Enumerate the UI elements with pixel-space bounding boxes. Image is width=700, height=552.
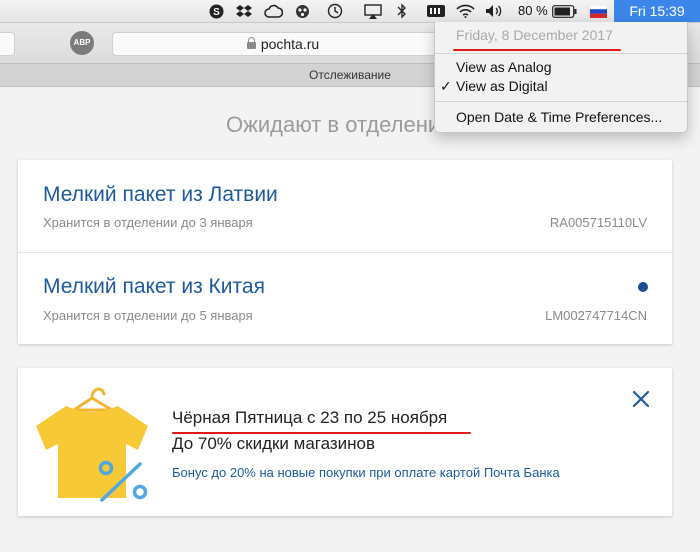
creative-cloud-icon[interactable]	[263, 3, 283, 19]
time-machine-icon[interactable]	[326, 3, 344, 19]
battery-percent: 80 %	[518, 3, 548, 18]
parcels-card: Мелкий пакет из Латвии Хранится в отделе…	[18, 160, 672, 344]
lock-icon	[246, 37, 256, 49]
menu-separator	[435, 53, 687, 54]
promo-headline: Чёрная Пятница с 23 по 25 ноября	[172, 408, 448, 427]
checkmark-icon: ✓	[440, 78, 452, 94]
promo-link[interactable]: Бонус до 20% на новые покупки при оплате…	[172, 465, 560, 480]
list-item[interactable]: Мелкий пакет из Латвии Хранится в отделе…	[18, 160, 672, 252]
promo-banner[interactable]: Чёрная Пятница с 23 по 25 ноября До 70% …	[18, 368, 672, 516]
parcel-title[interactable]: Мелкий пакет из Латвии	[43, 183, 278, 207]
menu-item-view-analog[interactable]: View as Analog	[456, 59, 551, 75]
skype-icon[interactable]: S	[208, 3, 224, 19]
back-button[interactable]	[0, 32, 15, 56]
parcel-status: Хранится в отделении до 5 января	[43, 308, 253, 323]
promo-subheadline: До 70% скидки магазинов	[172, 434, 376, 453]
address-bar[interactable]: pochta.ru	[112, 32, 454, 56]
menu-date: Friday, 8 December 2017	[456, 27, 613, 43]
menu-item-date-time-preferences[interactable]: Open Date & Time Preferences...	[456, 109, 662, 125]
adblock-button[interactable]: ABP	[70, 31, 94, 55]
app-icon[interactable]	[294, 3, 310, 19]
airplay-icon[interactable]	[363, 3, 383, 19]
menu-separator	[435, 101, 687, 102]
bluetooth-icon[interactable]	[396, 3, 408, 19]
menubar: S 80 % Fri 15:39	[0, 0, 700, 23]
annotation-underline	[453, 49, 621, 51]
tracking-number: LM002747714CN	[545, 308, 647, 323]
unread-dot-icon	[638, 282, 648, 292]
svg-text:S: S	[213, 7, 220, 18]
close-icon[interactable]	[630, 388, 652, 410]
url-text: pochta.ru	[260, 36, 320, 52]
page-title: Ожидают в отделении	[226, 112, 453, 137]
tracking-number: RA005715110LV	[549, 215, 647, 230]
parcel-title[interactable]: Мелкий пакет из Китая	[43, 275, 265, 299]
menu-item-view-digital[interactable]: View as Digital	[456, 78, 548, 94]
battery-icon[interactable]	[551, 3, 577, 19]
clock-menu: Friday, 8 December 2017 View as Analog ✓…	[434, 22, 688, 133]
volume-icon[interactable]	[485, 3, 503, 19]
dropbox-icon[interactable]	[235, 3, 253, 19]
flag-icon[interactable]	[589, 3, 607, 19]
tshirt-percent-icon	[36, 387, 148, 502]
battery-monitor-icon[interactable]	[425, 3, 447, 19]
list-item[interactable]: Мелкий пакет из Китая Хранится в отделен…	[18, 252, 672, 345]
menubar-clock[interactable]: Fri 15:39	[614, 0, 700, 22]
wifi-icon[interactable]	[454, 3, 476, 19]
parcel-status: Хранится в отделении до 3 января	[43, 215, 253, 230]
